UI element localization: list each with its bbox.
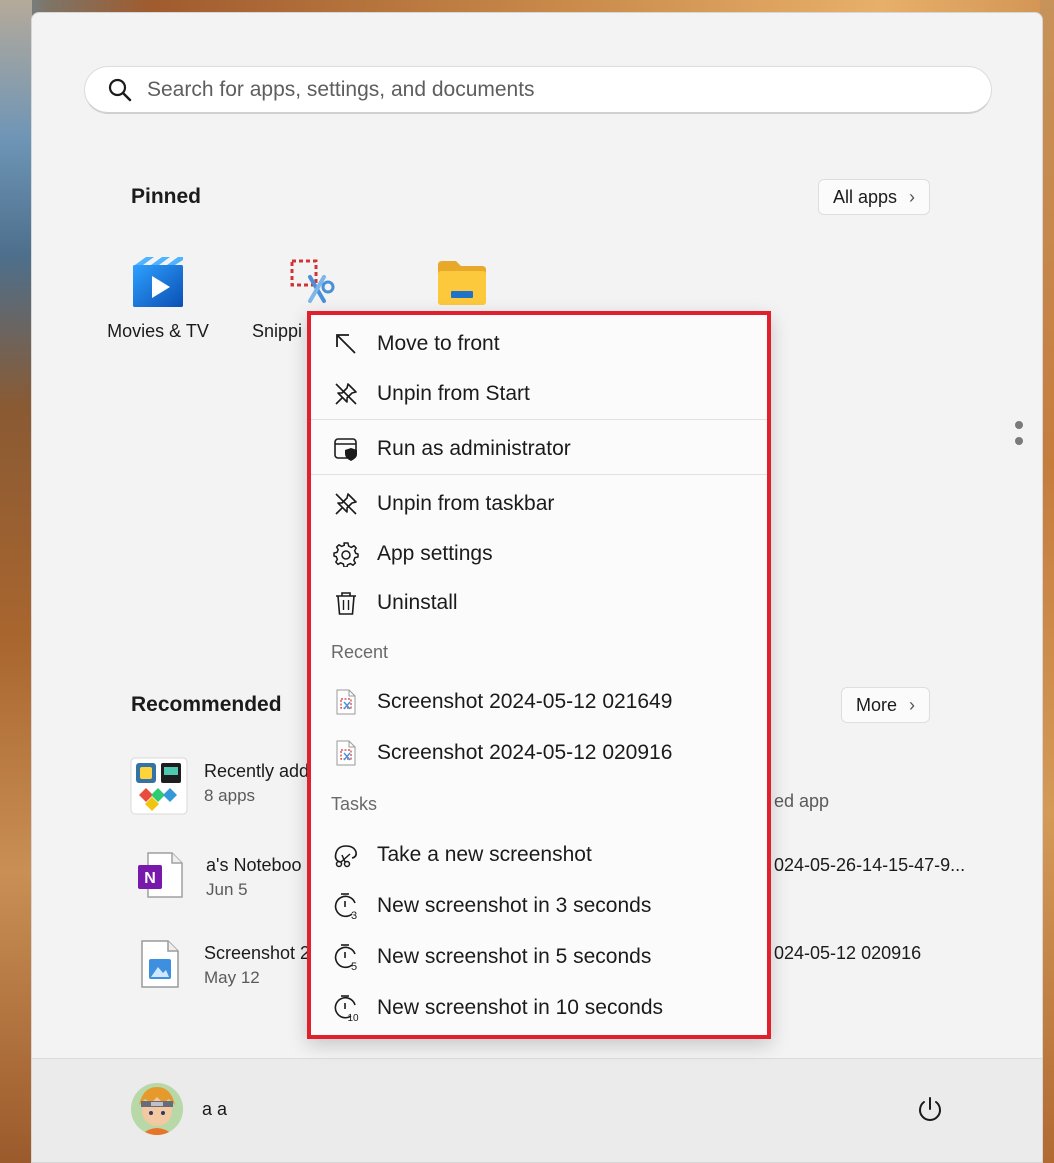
- menu-item-label: Screenshot 2024-05-12 020916: [377, 741, 673, 764]
- menu-item-app-settings[interactable]: App settings: [311, 532, 767, 576]
- menu-item-label: New screenshot in 3 seconds: [377, 894, 652, 917]
- start-footer: a a: [32, 1058, 1042, 1162]
- menu-item-uninstall[interactable]: Uninstall: [311, 581, 767, 625]
- menu-item-label: Take a new screenshot: [377, 843, 592, 866]
- menu-item-screenshot-10s[interactable]: 10 New screenshot in 10 seconds: [311, 986, 767, 1030]
- menu-item-unpin-from-taskbar[interactable]: Unpin from taskbar: [311, 482, 767, 526]
- unpin-icon: [331, 379, 361, 409]
- tasks-header: Tasks: [331, 794, 378, 814]
- pinned-app-movies-tv[interactable]: Movies & TV: [88, 257, 228, 342]
- image-file-icon: [140, 939, 180, 989]
- search-box[interactable]: [84, 66, 992, 114]
- menu-item-take-new-screenshot[interactable]: Take a new screenshot: [311, 833, 767, 877]
- snip-icon: [331, 840, 361, 870]
- context-menu: Move to front Unpin from Start Run as ad…: [307, 311, 771, 1039]
- chevron-right-icon: ›: [909, 186, 916, 207]
- avatar[interactable]: [131, 1083, 183, 1135]
- list-item-right-text: ed app: [774, 791, 830, 811]
- menu-item-recent-file[interactable]: Screenshot 2024-05-12 021649: [311, 680, 767, 724]
- menu-item-move-to-front[interactable]: Move to front: [311, 322, 767, 366]
- menu-item-label: Unpin from Start: [377, 382, 530, 405]
- all-apps-label: All apps: [833, 186, 898, 207]
- menu-item-label: Screenshot 2024-05-12 021649: [377, 690, 673, 713]
- list-item-title: Screenshot 2: [204, 943, 311, 963]
- list-item-right-text: 024-05-12 020916: [774, 943, 922, 963]
- menu-item-label: Unpin from taskbar: [377, 492, 555, 515]
- menu-item-screenshot-3s[interactable]: 3 New screenshot in 3 seconds: [311, 884, 767, 928]
- recent-header: Recent: [331, 642, 389, 662]
- menu-separator: [311, 474, 767, 475]
- menu-item-screenshot-5s[interactable]: 5 New screenshot in 5 seconds: [311, 935, 767, 979]
- pinned-page-indicator[interactable]: [1015, 421, 1023, 453]
- list-item-title: a's Noteboo: [206, 855, 302, 875]
- list-item-subtitle: May 12: [204, 968, 260, 987]
- menu-item-label: New screenshot in 10 seconds: [377, 996, 663, 1019]
- timer-3-icon: 3: [331, 891, 361, 921]
- pinned-app-label: Movies & TV: [107, 321, 209, 341]
- menu-item-label: New screenshot in 5 seconds: [377, 945, 652, 968]
- move-to-front-icon: [331, 329, 361, 359]
- all-apps-button[interactable]: All apps ›: [818, 179, 931, 215]
- menu-item-label: Run as administrator: [377, 437, 571, 460]
- image-file-icon: [331, 687, 361, 717]
- recommended-title: Recommended: [131, 693, 282, 716]
- file-explorer-icon: [436, 257, 488, 309]
- list-item-subtitle: 8 apps: [204, 786, 256, 805]
- svg-text:10: 10: [347, 1013, 359, 1022]
- unpin-icon: [331, 489, 361, 519]
- chevron-right-icon: ›: [909, 694, 916, 715]
- pinned-title: Pinned: [131, 185, 202, 208]
- image-file-icon: [331, 738, 361, 768]
- more-label: More: [856, 694, 898, 715]
- menu-item-recent-file[interactable]: Screenshot 2024-05-12 020916: [311, 731, 767, 775]
- menu-item-label: Uninstall: [377, 591, 458, 614]
- snipping-tool-icon: [288, 257, 340, 309]
- list-item[interactable]: Screenshot 2 May 12: [130, 939, 310, 989]
- menu-item-label: Move to front: [377, 332, 500, 355]
- movies-tv-icon: [132, 257, 184, 309]
- menu-item-run-as-administrator[interactable]: Run as administrator: [311, 427, 767, 471]
- recently-added-icon: [130, 757, 188, 815]
- timer-10-icon: 10: [331, 993, 361, 1023]
- admin-shield-icon: [331, 434, 361, 464]
- search-icon: [107, 77, 147, 103]
- list-item-subtitle: Jun 5: [206, 880, 248, 899]
- gear-icon: [331, 539, 361, 569]
- power-icon[interactable]: [915, 1095, 945, 1125]
- svg-text:5: 5: [351, 961, 357, 971]
- list-item-title: Recently add: [204, 761, 310, 781]
- menu-item-unpin-from-start[interactable]: Unpin from Start: [311, 372, 767, 416]
- list-item[interactable]: N a's Noteboo Jun 5: [130, 851, 302, 900]
- menu-item-label: App settings: [377, 542, 493, 565]
- menu-separator: [311, 419, 767, 420]
- timer-5-icon: 5: [331, 942, 361, 972]
- more-button[interactable]: More ›: [841, 687, 931, 723]
- search-input[interactable]: [147, 77, 947, 102]
- desktop-wallpaper-left: [0, 0, 32, 1163]
- svg-text:N: N: [144, 870, 156, 887]
- user-name[interactable]: a a: [202, 1099, 227, 1120]
- svg-text:3: 3: [351, 910, 357, 920]
- onenote-icon: N: [136, 851, 184, 899]
- trash-icon: [331, 588, 361, 618]
- list-item[interactable]: Recently add 8 apps: [130, 757, 309, 815]
- list-item-right-text: 024-05-26-14-15-47-9...: [774, 855, 966, 875]
